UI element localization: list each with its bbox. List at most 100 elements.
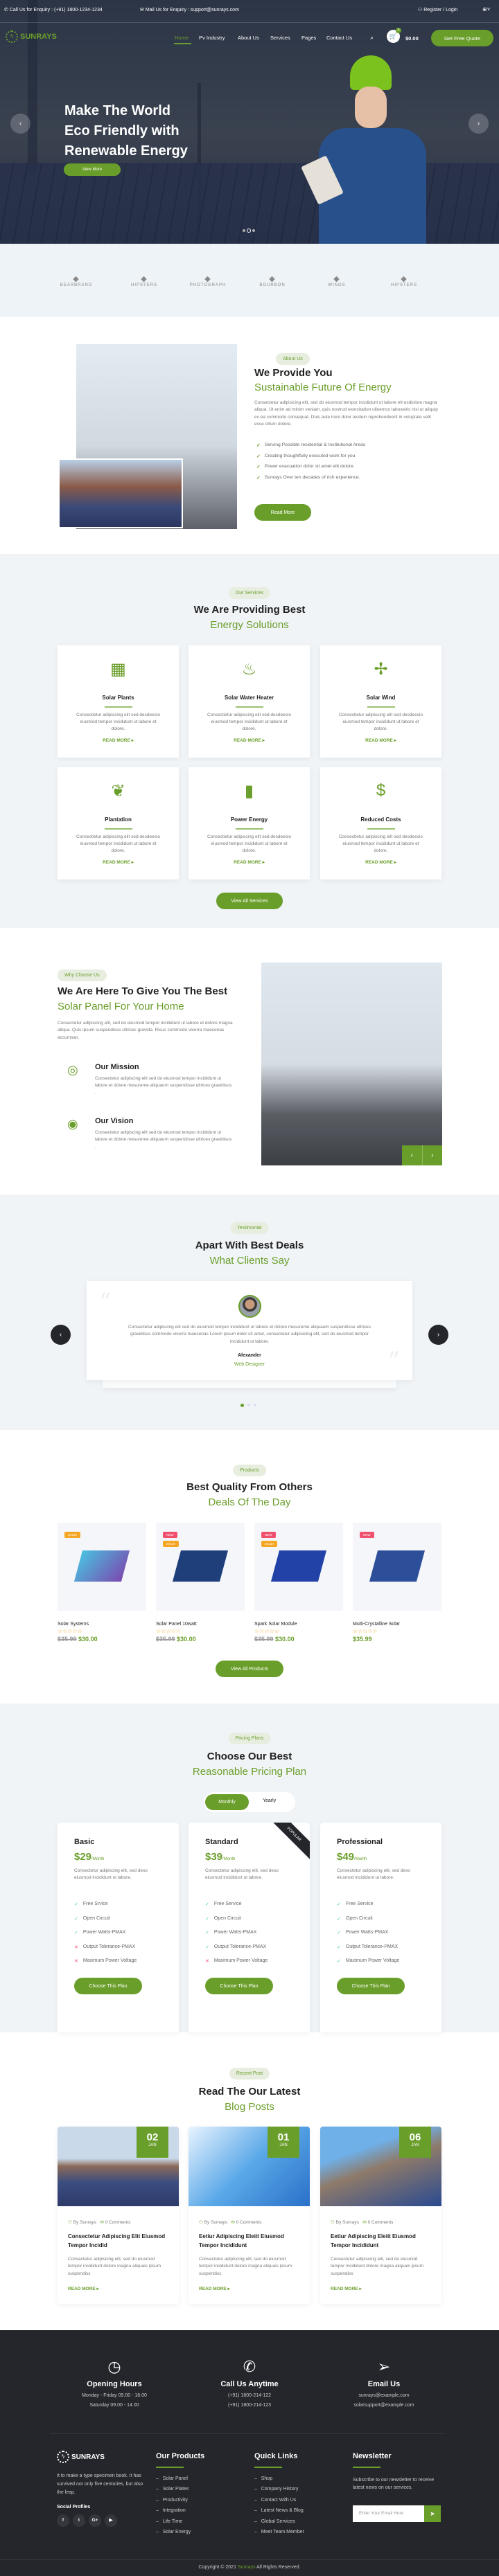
about-point-text: Serving Possible residential & Instituti… — [264, 442, 366, 447]
product-card[interactable]: NEW Multi-Crystalline Solar ☆☆☆☆☆ $35.99 — [353, 1523, 441, 1643]
choose-plan-button[interactable]: Choose This Plan — [205, 1978, 273, 1994]
footer-link-text: Solar Energy — [162, 2530, 191, 2535]
nav-item-pv-industry[interactable]: Pv Industry — [199, 35, 225, 41]
services-section: Our Services We Are Providing Best Energ… — [0, 554, 499, 928]
newsletter-email-input[interactable]: Enter Your Email Here — [353, 2505, 424, 2522]
view-all-services-button[interactable]: View All Services — [216, 893, 283, 909]
language-globe-icon[interactable]: ⊕˅ — [482, 6, 490, 12]
read-more-button[interactable]: Read More — [254, 504, 311, 521]
search-icon[interactable]: ⌕ — [370, 34, 374, 42]
why-prev-arrow[interactable]: ‹ — [402, 1145, 423, 1165]
mail-enquiry[interactable]: ✉ Mail Us for Enquiry : support@sunrays.… — [140, 7, 239, 12]
blog-title[interactable]: Eetiur Adipiscing Eleiit Eiusmod Tempor … — [199, 2233, 303, 2251]
service-read-more-link[interactable]: READ MORE ▸ — [320, 737, 441, 743]
plan-feature-text: Output Tolerance-PMAX — [213, 1944, 267, 1949]
blog-read-more-link[interactable]: READ MORE ▸ — [331, 2286, 362, 2291]
choose-plan-button[interactable]: Choose This Plan — [337, 1978, 405, 1994]
cart-total: $0.00 — [405, 35, 419, 42]
footer-link[interactable]: – Productivity — [156, 2498, 204, 2509]
footer-link[interactable]: – Global Services — [254, 2519, 304, 2530]
blog-card[interactable]: 01 JAN ⚇ By Sunrays ✉ 0 Comments Eetiur A… — [189, 2127, 310, 2304]
service-desc: Consectietur adipiscing elit sed desdees… — [76, 712, 161, 732]
blog-comments[interactable]: 0 Comments — [236, 2220, 262, 2225]
phone-enquiry[interactable]: ✆ Call Us for Enquiry : (+91) 1800-1234-… — [4, 7, 103, 12]
get-free-quote-button[interactable]: Get Free Quote — [431, 30, 493, 46]
youtube-icon[interactable]: ▶ — [105, 2514, 117, 2527]
pricing-card-professional: Professional $49/Month Consectetur adipi… — [320, 1823, 441, 2032]
service-card[interactable]: $ Reduced Costs Consectietur adipiscing … — [320, 767, 441, 879]
choose-plan-button[interactable]: Choose This Plan — [74, 1978, 142, 1994]
service-card[interactable]: ▮ Power Energy Consectietur adipiscing e… — [189, 767, 310, 879]
service-read-more-link[interactable]: READ MORE ▸ — [189, 859, 310, 865]
view-all-products-button[interactable]: View All Products — [216, 1661, 283, 1677]
service-card[interactable]: ❦ Plantation Consectietur adipiscing eli… — [58, 767, 179, 879]
testimonial-prev-arrow[interactable]: ‹ — [51, 1325, 71, 1345]
yearly-toggle[interactable]: Yearly — [263, 1798, 276, 1803]
footer-link[interactable]: – Life Time — [156, 2519, 204, 2530]
plan-feature-text: Output Tolerance-PMAX — [345, 1944, 399, 1949]
newsletter-send-button[interactable]: ➤ — [424, 2505, 441, 2522]
footer-link[interactable]: – Company History — [254, 2487, 304, 2498]
nav-item-home[interactable]: Home — [175, 35, 189, 41]
blog-card[interactable]: 06 JAN ⚇ By Sunrays ✉ 0 Comments Eetiur A… — [320, 2127, 441, 2304]
nav-item-contact-us[interactable]: Contact Us — [326, 35, 352, 41]
product-old-price: $35.99 — [254, 1636, 274, 1643]
star-rating: ☆☆☆☆☆ — [58, 1628, 82, 1634]
blog-comments[interactable]: 0 Comments — [368, 2220, 394, 2225]
nav-item-services[interactable]: Services — [270, 35, 290, 41]
service-read-more-link[interactable]: READ MORE ▸ — [58, 859, 179, 865]
blog-author[interactable]: By Sunrays — [336, 2220, 359, 2225]
why-subtitle: Solar Panel For Your Home — [58, 1001, 184, 1012]
blog-read-more-link[interactable]: READ MORE ▸ — [199, 2286, 230, 2291]
footer-link[interactable]: – Contact With Us — [254, 2498, 304, 2509]
copyright-brand-link[interactable]: Sunrays — [238, 2565, 256, 2570]
product-card[interactable]: NEW SALE! Solar Panel 10watt ☆☆☆☆☆ $35.99… — [156, 1523, 245, 1643]
footer-link[interactable]: – Solar Panel — [156, 2476, 204, 2487]
testimonial-dots[interactable] — [240, 1404, 256, 1407]
testimonial-next-arrow[interactable]: › — [428, 1325, 448, 1345]
contact-line: solarsupport@example.com — [353, 2403, 414, 2408]
footer-logo[interactable]: ϟ SUNRAYS — [57, 2451, 105, 2463]
footer-link[interactable]: – Meet Team Member — [254, 2530, 304, 2541]
register-login-link[interactable]: ⚇ Register / Login — [418, 7, 457, 12]
service-card[interactable]: ▦ Solar Plants Consectietur adipiscing e… — [58, 645, 179, 758]
blog-author[interactable]: By Sunrays — [73, 2220, 96, 2225]
service-read-more-link[interactable]: READ MORE ▸ — [320, 859, 441, 865]
nav-item-about-us[interactable]: About Us — [238, 35, 259, 41]
billing-toggle: Monthly Yearly — [204, 1792, 295, 1812]
product-card[interactable]: SALE! Solar Systems ☆☆☆☆☆ $35.99 $30.00 — [58, 1523, 146, 1643]
footer-link[interactable]: – Solar Plates — [156, 2487, 204, 2498]
blog-card[interactable]: 02 JAN ⚇ By Sunrays ✉ 0 Comments Consecte… — [58, 2127, 179, 2304]
service-read-more-link[interactable]: READ MORE ▸ — [189, 737, 310, 743]
service-read-more-link[interactable]: READ MORE ▸ — [58, 737, 179, 743]
logo[interactable]: ϟ SUNRAYS — [6, 30, 57, 43]
check-icon: ✓ — [337, 1916, 341, 1922]
blog-title[interactable]: Eetiur Adipiscing Eleiit Eiusmod Tempor … — [331, 2233, 435, 2251]
hero-next-arrow[interactable]: › — [469, 114, 489, 134]
blog-comments[interactable]: 0 Comments — [105, 2220, 131, 2225]
blog-date-badge: 02 JAN — [137, 2127, 168, 2158]
nav-item-pages[interactable]: Pages — [301, 35, 316, 41]
blog-author[interactable]: By Sunrays — [204, 2220, 227, 2225]
hero-slider-dots[interactable] — [243, 229, 255, 233]
google-plus-icon[interactable]: G+ — [89, 2514, 101, 2527]
view-more-button[interactable]: View More — [64, 163, 121, 176]
service-card[interactable]: ♨ Solar Water Heater Consectietur adipis… — [189, 645, 310, 758]
blog-title[interactable]: Consectetur Adipiscing Elit Eiusmod Temp… — [68, 2233, 172, 2251]
blog-read-more-link[interactable]: READ MORE ▸ — [68, 2286, 99, 2291]
footer-link[interactable]: – Solar Energy — [156, 2530, 204, 2541]
footer-link[interactable]: – Integration — [156, 2508, 204, 2519]
solar-plant-icon: ▦ — [110, 660, 126, 679]
facebook-icon[interactable]: f — [57, 2514, 69, 2527]
footer-link[interactable]: – Latest News & Blog — [254, 2508, 304, 2519]
monthly-toggle[interactable]: Monthly — [205, 1794, 249, 1810]
pricing-tag: Pricing Plans — [228, 1733, 271, 1744]
twitter-icon[interactable]: t — [73, 2514, 85, 2527]
service-card[interactable]: ✢ Solar Wind Consectietur adipiscing eli… — [320, 645, 441, 758]
why-next-arrow[interactable]: › — [423, 1145, 443, 1165]
product-card[interactable]: NEW SALE! Spark Solar Module ☆☆☆☆☆ $35.99… — [254, 1523, 343, 1643]
service-desc: Consectietur adipiscing elit sed desdees… — [207, 834, 292, 854]
cross-icon: ✕ — [74, 1959, 78, 1964]
hero-prev-arrow[interactable]: ‹ — [10, 114, 30, 134]
footer-link[interactable]: – Shop — [254, 2476, 304, 2487]
